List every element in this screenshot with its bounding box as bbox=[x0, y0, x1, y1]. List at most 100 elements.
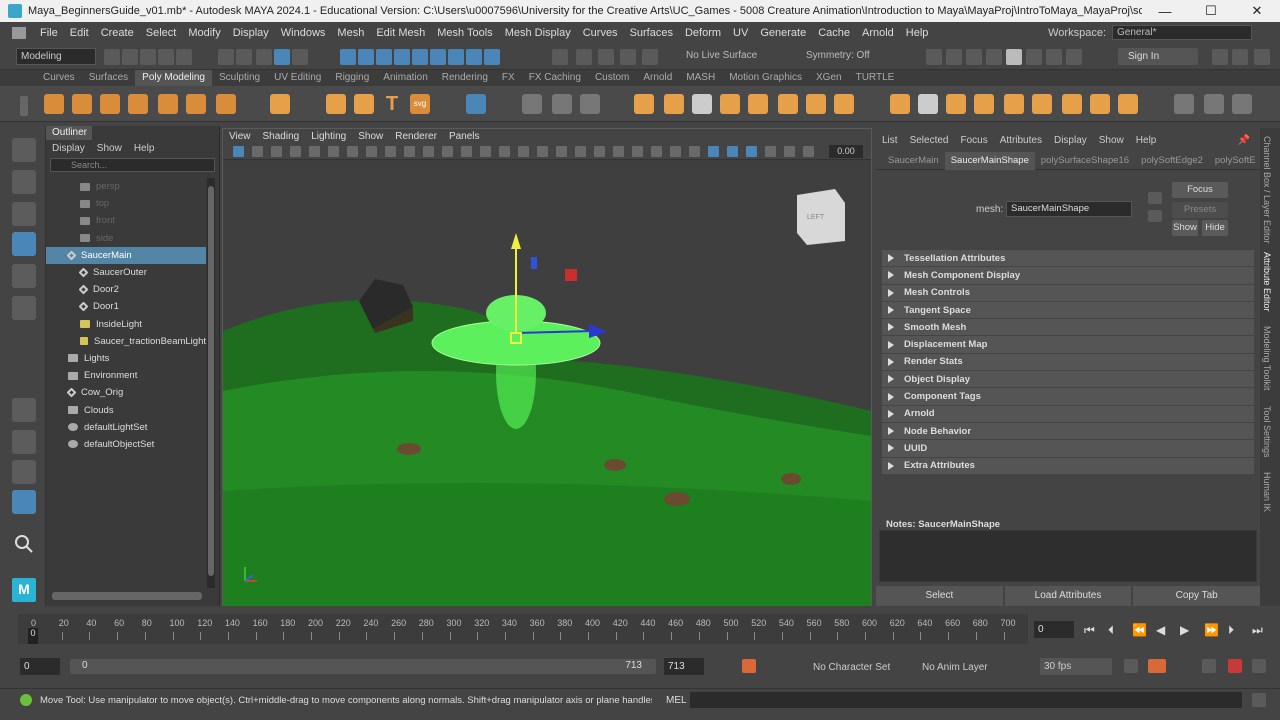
extrude-icon[interactable] bbox=[890, 94, 910, 114]
redo-icon[interactable] bbox=[176, 49, 192, 65]
menu-mesh-display[interactable]: Mesh Display bbox=[499, 27, 577, 39]
viewcube[interactable]: LEFT bbox=[797, 189, 845, 245]
modeling-toolkit-tab[interactable]: Modeling Toolkit bbox=[1262, 326, 1272, 390]
type-tool-icon[interactable]: T bbox=[382, 94, 402, 114]
current-time-marker[interactable]: 0 bbox=[28, 628, 38, 644]
outliner-tab[interactable]: Outliner bbox=[46, 126, 92, 140]
menu-edit[interactable]: Edit bbox=[64, 27, 95, 39]
motion-blur-icon[interactable] bbox=[632, 146, 643, 157]
attr-tab[interactable]: polySoftEdge2 bbox=[1135, 152, 1209, 170]
lights-icon[interactable] bbox=[575, 146, 586, 157]
retopologize-icon[interactable] bbox=[834, 94, 854, 114]
render-settings-icon[interactable] bbox=[986, 49, 1002, 65]
poly-cone-icon[interactable] bbox=[128, 94, 148, 114]
menu-help[interactable]: Help bbox=[900, 27, 935, 39]
isolate-select-icon[interactable] bbox=[689, 146, 700, 157]
shelf-tab-sculpting[interactable]: Sculpting bbox=[212, 70, 267, 86]
shelf-tab-turtle[interactable]: TURTLE bbox=[849, 70, 902, 86]
fps-dropdown[interactable]: 30 fps bbox=[1040, 658, 1112, 675]
focus-button[interactable]: Focus bbox=[1172, 182, 1228, 198]
menu-create[interactable]: Create bbox=[95, 27, 140, 39]
maximize-button[interactable]: ☐ bbox=[1188, 3, 1234, 19]
viewport-menu-view[interactable]: View bbox=[229, 131, 251, 142]
render-frame-icon[interactable] bbox=[946, 49, 962, 65]
menu-uv[interactable]: UV bbox=[727, 27, 754, 39]
connect-icon[interactable] bbox=[1062, 94, 1082, 114]
bevel-icon[interactable] bbox=[918, 94, 938, 114]
hide-button[interactable]: Hide bbox=[1202, 220, 1228, 236]
anim-layer-dropdown[interactable]: No Anim Layer bbox=[922, 662, 988, 673]
multi-cut-icon[interactable] bbox=[1004, 94, 1024, 114]
snap-edge-icon[interactable] bbox=[466, 49, 482, 65]
menu-file[interactable]: File bbox=[34, 27, 64, 39]
step-forward-key-icon[interactable]: ⏩ bbox=[1204, 623, 1219, 637]
menu-windows[interactable]: Windows bbox=[275, 27, 332, 39]
field-chart-icon[interactable] bbox=[423, 146, 434, 157]
shelf-tab-rigging[interactable]: Rigging bbox=[328, 70, 376, 86]
open-scene-icon[interactable] bbox=[122, 49, 138, 65]
circularize-icon[interactable] bbox=[1232, 94, 1252, 114]
fill-hole-icon[interactable] bbox=[748, 94, 768, 114]
attribute-editor-tab[interactable]: Attribute Editor bbox=[1262, 252, 1272, 312]
menu-display[interactable]: Display bbox=[227, 27, 275, 39]
boolean-union-icon[interactable] bbox=[634, 94, 654, 114]
shelf-tab-poly-modeling[interactable]: Poly Modeling bbox=[135, 70, 212, 86]
shelf-tab-uv-editing[interactable]: UV Editing bbox=[267, 70, 328, 86]
outliner-item[interactable]: top bbox=[46, 195, 206, 212]
shelf-tab-motion-graphics[interactable]: Motion Graphics bbox=[722, 70, 809, 86]
shelf-tab-fx[interactable]: FX bbox=[495, 70, 522, 86]
attr-menu-list[interactable]: List bbox=[882, 135, 898, 146]
pause-icon[interactable] bbox=[1066, 49, 1082, 65]
arnold-render-icon[interactable] bbox=[1026, 49, 1042, 65]
script-editor-icon[interactable] bbox=[1252, 693, 1266, 707]
menu-mesh[interactable]: Mesh bbox=[331, 27, 370, 39]
attr-section[interactable]: Smooth Mesh bbox=[882, 319, 1254, 337]
notes-field[interactable] bbox=[879, 530, 1257, 582]
textures-icon[interactable] bbox=[556, 146, 567, 157]
shelf-tab-mash[interactable]: MASH bbox=[679, 70, 722, 86]
mesh-name-field[interactable]: SaucerMainShape bbox=[1006, 201, 1132, 217]
grease-pencil-icon[interactable] bbox=[328, 146, 339, 157]
wireframe-icon[interactable] bbox=[480, 146, 491, 157]
outliner-item[interactable]: Cow_Orig bbox=[46, 384, 206, 401]
outliner-item[interactable]: defaultObjectSet bbox=[46, 436, 206, 453]
attr-section[interactable]: Node Behavior bbox=[882, 422, 1254, 441]
smooth-icon[interactable] bbox=[580, 94, 600, 114]
channel-box-tab[interactable]: Channel Box / Layer Editor bbox=[1262, 136, 1272, 244]
viewport-menu-lighting[interactable]: Lighting bbox=[311, 131, 346, 142]
paint-select-icon[interactable] bbox=[12, 202, 36, 226]
wireframe-on-shaded-icon[interactable] bbox=[537, 146, 548, 157]
poly-plane-icon[interactable] bbox=[186, 94, 206, 114]
range-slider[interactable]: 0 713 bbox=[70, 659, 656, 674]
menu-generate[interactable]: Generate bbox=[754, 27, 812, 39]
menu-mesh-tools[interactable]: Mesh Tools bbox=[431, 27, 498, 39]
reduce-icon[interactable] bbox=[778, 94, 798, 114]
attr-menu-help[interactable]: Help bbox=[1136, 135, 1157, 146]
snap-vertex-icon[interactable] bbox=[448, 49, 464, 65]
hypershade-icon[interactable] bbox=[1006, 49, 1022, 65]
attr-menu-focus[interactable]: Focus bbox=[960, 135, 987, 146]
viewport-menu-renderer[interactable]: Renderer bbox=[395, 131, 437, 142]
attr-tab[interactable]: polySoftE bbox=[1209, 152, 1262, 170]
outliner-item[interactable]: defaultLightSet bbox=[46, 419, 206, 436]
film-gate-icon[interactable] bbox=[366, 146, 377, 157]
snap-live-icon[interactable] bbox=[412, 49, 428, 65]
attr-section[interactable]: UUID bbox=[882, 440, 1254, 458]
outliner-item[interactable]: persp bbox=[46, 178, 206, 195]
menu-cache[interactable]: Cache bbox=[812, 27, 856, 39]
snap-view-plane-icon[interactable] bbox=[394, 49, 410, 65]
minimize-button[interactable]: — bbox=[1142, 4, 1188, 19]
mel-label[interactable]: MEL bbox=[666, 695, 687, 706]
super-shape-icon[interactable] bbox=[326, 94, 346, 114]
magnet-icon[interactable] bbox=[620, 49, 636, 65]
lasso-tool-icon[interactable] bbox=[12, 170, 36, 194]
construction-history-icon[interactable] bbox=[576, 49, 592, 65]
snap-surface-icon[interactable] bbox=[430, 49, 446, 65]
attr-section[interactable]: Tangent Space bbox=[882, 301, 1254, 320]
search-icon[interactable] bbox=[12, 532, 36, 556]
outliner-menu-show[interactable]: Show bbox=[97, 143, 122, 154]
sign-in-button[interactable]: Sign In bbox=[1118, 48, 1198, 65]
attr-tab[interactable]: polySurfaceShape16 bbox=[1035, 152, 1135, 170]
attr-section[interactable]: Displacement Map bbox=[882, 336, 1254, 354]
sweep-mesh-icon[interactable] bbox=[354, 94, 374, 114]
